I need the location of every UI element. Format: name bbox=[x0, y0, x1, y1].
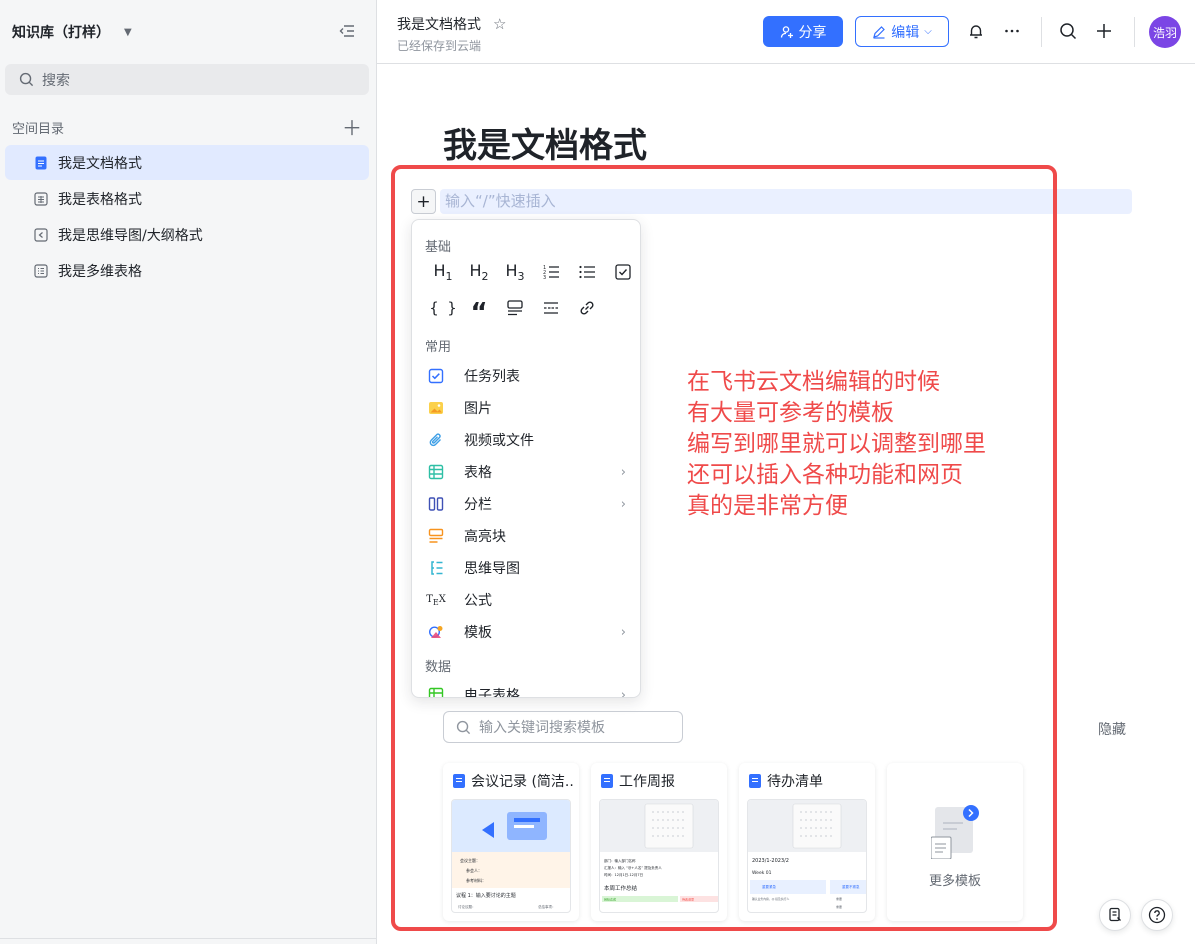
share-label: 分享 bbox=[798, 24, 827, 41]
header-divider bbox=[1134, 17, 1135, 47]
sidebar-item-bitable[interactable]: 我是多维表格 bbox=[5, 253, 369, 288]
doc-header: 我是文档格式 ☆ 已经保存到云端 分享 编辑 ⌵ 浩羽 bbox=[377, 0, 1195, 64]
plus-icon[interactable] bbox=[1093, 20, 1115, 42]
caret-down-icon: ▼ bbox=[124, 26, 132, 38]
header-divider bbox=[1041, 17, 1042, 47]
edit-label: 编辑 bbox=[891, 24, 920, 41]
sheet-icon bbox=[34, 191, 48, 206]
space-directory-header: 空间目录 ＋ bbox=[12, 118, 362, 138]
avatar[interactable]: 浩羽 bbox=[1149, 16, 1181, 48]
search-icon[interactable] bbox=[1057, 20, 1079, 42]
star-icon[interactable]: ☆ bbox=[493, 15, 506, 33]
sidebar-item-label: 我是表格格式 bbox=[58, 191, 142, 208]
mindmap-icon bbox=[34, 227, 48, 242]
collapse-sidebar-icon[interactable] bbox=[338, 22, 358, 42]
add-page-icon[interactable]: ＋ bbox=[342, 118, 362, 138]
document-heading[interactable]: 我是文档格式 bbox=[443, 118, 647, 167]
sidebar-page-list: 我是文档格式 我是表格格式 我是思维导图/大纲格式 我是多维表格 bbox=[5, 145, 369, 289]
more-icon[interactable] bbox=[1001, 20, 1023, 42]
sidebar-item-label: 我是思维导图/大纲格式 bbox=[58, 227, 203, 244]
sidebar: 知识库（打样） ▼ 搜索 空间目录 ＋ 我是文档格式 我是表格格式 我是思维导图… bbox=[0, 0, 377, 944]
pencil-icon bbox=[873, 25, 886, 39]
sidebar-search-placeholder: 搜索 bbox=[42, 72, 70, 89]
add-user-icon bbox=[780, 25, 793, 38]
share-button[interactable]: 分享 bbox=[763, 16, 843, 47]
sidebar-footer bbox=[0, 938, 376, 944]
hide-templates-button[interactable]: 隐藏 bbox=[1098, 719, 1126, 739]
sidebar-item-label: 我是文档格式 bbox=[58, 155, 142, 172]
bell-icon[interactable] bbox=[965, 20, 987, 42]
bitable-icon bbox=[34, 263, 48, 278]
doc-outline-icon bbox=[1109, 907, 1121, 922]
sidebar-item-mindmap[interactable]: 我是思维导图/大纲格式 bbox=[5, 217, 369, 252]
space-title: 知识库（打样） bbox=[12, 25, 110, 41]
edit-mode-button[interactable]: 编辑 ⌵ bbox=[855, 16, 949, 47]
space-directory-label: 空间目录 bbox=[12, 122, 65, 137]
sidebar-item-label: 我是多维表格 bbox=[58, 263, 142, 280]
sidebar-item-sheet[interactable]: 我是表格格式 bbox=[5, 181, 369, 216]
search-icon bbox=[19, 72, 34, 87]
help-icon bbox=[1148, 906, 1166, 924]
saved-status: 已经保存到云端 bbox=[397, 39, 482, 53]
doc-title[interactable]: 我是文档格式 bbox=[397, 14, 481, 34]
doc-title-bar: 我是文档格式 ☆ bbox=[397, 14, 506, 34]
sidebar-search[interactable]: 搜索 bbox=[5, 64, 369, 95]
help-button[interactable] bbox=[1141, 899, 1173, 931]
chevron-down-icon: ⌵ bbox=[924, 26, 932, 37]
sidebar-item-doc[interactable]: 我是文档格式 bbox=[5, 145, 369, 180]
outline-toggle-button[interactable] bbox=[1099, 899, 1131, 931]
app-window: 知识库（打样） ▼ 搜索 空间目录 ＋ 我是文档格式 我是表格格式 我是思维导图… bbox=[0, 0, 1195, 944]
doc-icon bbox=[34, 156, 48, 170]
space-switcher[interactable]: 知识库（打样） ▼ bbox=[12, 20, 362, 44]
highlight-frame bbox=[391, 165, 1057, 931]
